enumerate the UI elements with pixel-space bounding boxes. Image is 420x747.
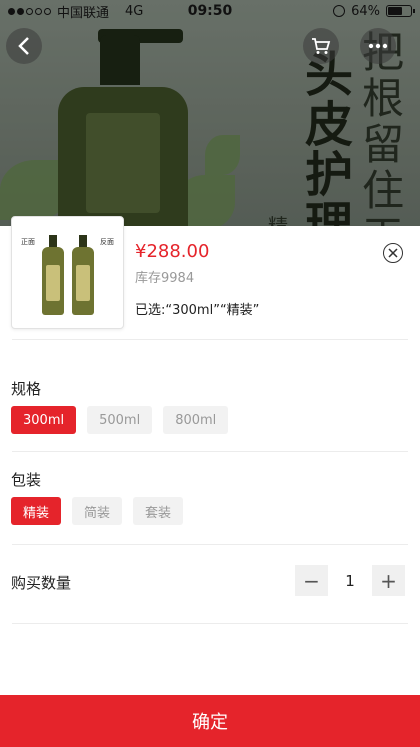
package-title: 包装	[11, 471, 42, 489]
product-thumbnail: 正面 反面	[11, 216, 124, 329]
signal-icon	[8, 7, 51, 15]
selected-options: 已选:“300ml”“精装”	[135, 303, 260, 318]
package-options: 精装 简装 套装	[11, 497, 184, 525]
divider	[12, 623, 408, 624]
divider	[12, 544, 408, 545]
bottle-back-image	[72, 235, 94, 315]
battery-icon	[386, 5, 415, 17]
package-option-set[interactable]: 套装	[133, 497, 184, 525]
close-button[interactable]	[383, 243, 403, 263]
quantity-label: 购买数量	[11, 574, 72, 592]
sku-sheet: 正面 反面 ¥288.00 库存9984 已选:“300ml”“精装” 规格 3…	[0, 216, 420, 747]
status-bar: 中国联通 4G 09:50 64%	[0, 0, 420, 22]
divider	[12, 339, 408, 340]
more-button[interactable]	[360, 28, 396, 64]
quantity-stepper: − 1 +	[295, 565, 405, 596]
divider	[12, 451, 408, 452]
carrier-name: 中国联通	[57, 5, 110, 21]
confirm-button[interactable]: 确定	[0, 695, 420, 747]
thumb-front-label: 正面	[21, 238, 35, 246]
thumb-back-label: 反面	[100, 238, 114, 246]
spec-option-300ml[interactable]: 300ml	[11, 406, 77, 434]
close-icon	[388, 248, 398, 258]
cart-button[interactable]	[303, 28, 339, 64]
back-button[interactable]	[6, 28, 42, 64]
quantity-plus-button[interactable]: +	[372, 565, 405, 596]
battery-percent: 64%	[351, 3, 380, 19]
stock-count: 库存9984	[135, 271, 195, 286]
product-price: ¥288.00	[135, 241, 210, 262]
quantity-input[interactable]: 1	[331, 565, 369, 596]
spec-option-800ml[interactable]: 800ml	[163, 406, 229, 434]
bottle-front-image	[42, 235, 64, 315]
alarm-icon	[333, 5, 346, 17]
network-type: 4G	[125, 3, 144, 19]
spec-option-500ml[interactable]: 500ml	[87, 406, 153, 434]
quantity-minus-button[interactable]: −	[295, 565, 328, 596]
chevron-left-icon	[18, 37, 29, 55]
cart-icon	[312, 38, 331, 54]
package-option-deluxe[interactable]: 精装	[11, 497, 62, 525]
more-icon	[368, 43, 388, 49]
package-option-simple[interactable]: 简装	[72, 497, 123, 525]
spec-options: 300ml 500ml 800ml	[11, 406, 229, 434]
spec-title: 规格	[11, 380, 42, 398]
